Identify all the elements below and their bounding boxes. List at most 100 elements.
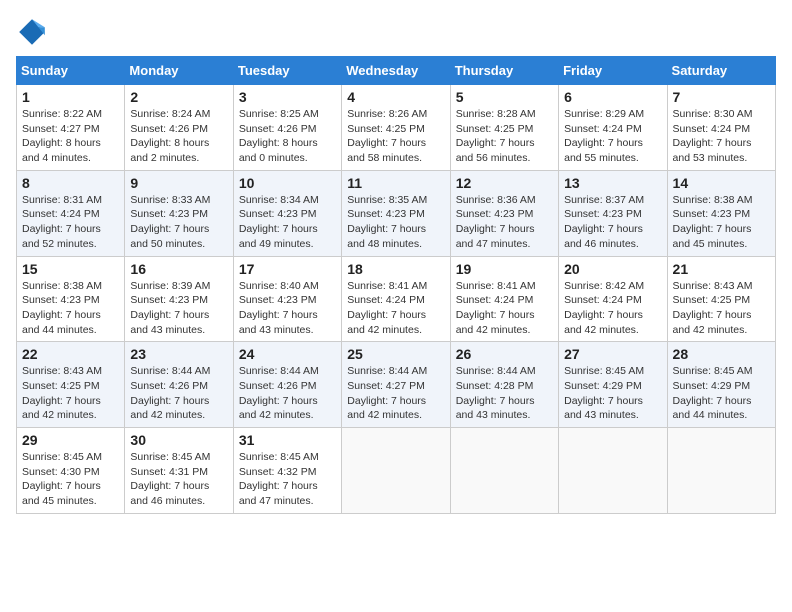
day-info: Sunrise: 8:28 AM Sunset: 4:25 PM Dayligh… (456, 107, 553, 166)
day-info: Sunrise: 8:22 AM Sunset: 4:27 PM Dayligh… (22, 107, 119, 166)
day-number: 30 (130, 432, 227, 448)
day-info: Sunrise: 8:42 AM Sunset: 4:24 PM Dayligh… (564, 279, 661, 338)
calendar-cell: 14 Sunrise: 8:38 AM Sunset: 4:23 PM Dayli… (667, 170, 775, 256)
calendar-week-row: 15Sunrise: 8:38 AM Sunset: 4:23 PM Dayli… (17, 256, 776, 342)
day-info: Sunrise: 8:44 AM Sunset: 4:27 PM Dayligh… (347, 364, 444, 423)
calendar-table: SundayMondayTuesdayWednesdayThursdayFrid… (16, 56, 776, 514)
day-number: 5 (456, 89, 553, 105)
day-info: Sunrise: 8:35 AM Sunset: 4:23 PM Dayligh… (347, 193, 444, 252)
calendar-cell: 31 Sunrise: 8:45 AM Sunset: 4:32 PM Dayli… (233, 428, 341, 514)
day-number: 29 (22, 432, 119, 448)
calendar-week-row: 1 Sunrise: 8:22 AM Sunset: 4:27 PM Daylig… (17, 85, 776, 171)
day-number: 31 (239, 432, 336, 448)
day-info: Sunrise: 8:44 AM Sunset: 4:26 PM Dayligh… (239, 364, 336, 423)
calendar-cell: 12Sunrise: 8:36 AM Sunset: 4:23 PM Dayli… (450, 170, 558, 256)
calendar-cell: 4 Sunrise: 8:26 AM Sunset: 4:25 PM Daylig… (342, 85, 450, 171)
day-number: 16 (130, 261, 227, 277)
day-info: Sunrise: 8:38 AM Sunset: 4:23 PM Dayligh… (673, 193, 770, 252)
calendar-cell: 13 Sunrise: 8:37 AM Sunset: 4:23 PM Dayli… (559, 170, 667, 256)
day-number: 22 (22, 346, 119, 362)
day-number: 24 (239, 346, 336, 362)
calendar-cell: 25 Sunrise: 8:44 AM Sunset: 4:27 PM Dayli… (342, 342, 450, 428)
calendar-cell: 24 Sunrise: 8:44 AM Sunset: 4:26 PM Dayli… (233, 342, 341, 428)
day-number: 10 (239, 175, 336, 191)
day-number: 26 (456, 346, 553, 362)
day-info: Sunrise: 8:29 AM Sunset: 4:24 PM Dayligh… (564, 107, 661, 166)
day-number: 11 (347, 175, 444, 191)
calendar-cell: 6 Sunrise: 8:29 AM Sunset: 4:24 PM Daylig… (559, 85, 667, 171)
calendar-cell: 29Sunrise: 8:45 AM Sunset: 4:30 PM Dayli… (17, 428, 125, 514)
weekday-header: Wednesday (342, 57, 450, 85)
calendar-week-row: 8 Sunrise: 8:31 AM Sunset: 4:24 PM Daylig… (17, 170, 776, 256)
calendar-cell: 18 Sunrise: 8:41 AM Sunset: 4:24 PM Dayli… (342, 256, 450, 342)
day-number: 14 (673, 175, 770, 191)
day-number: 1 (22, 89, 119, 105)
calendar-body: 1 Sunrise: 8:22 AM Sunset: 4:27 PM Daylig… (17, 85, 776, 514)
day-info: Sunrise: 8:45 AM Sunset: 4:29 PM Dayligh… (564, 364, 661, 423)
day-info: Sunrise: 8:45 AM Sunset: 4:29 PM Dayligh… (673, 364, 770, 423)
weekday-header: Saturday (667, 57, 775, 85)
day-info: Sunrise: 8:37 AM Sunset: 4:23 PM Dayligh… (564, 193, 661, 252)
day-number: 23 (130, 346, 227, 362)
day-info: Sunrise: 8:39 AM Sunset: 4:23 PM Dayligh… (130, 279, 227, 338)
weekday-header: Sunday (17, 57, 125, 85)
weekday-header: Thursday (450, 57, 558, 85)
day-number: 13 (564, 175, 661, 191)
logo (16, 16, 52, 48)
day-info: Sunrise: 8:45 AM Sunset: 4:32 PM Dayligh… (239, 450, 336, 509)
calendar-cell: 21Sunrise: 8:43 AM Sunset: 4:25 PM Dayli… (667, 256, 775, 342)
calendar-cell: 22 Sunrise: 8:43 AM Sunset: 4:25 PM Dayli… (17, 342, 125, 428)
day-number: 18 (347, 261, 444, 277)
day-number: 3 (239, 89, 336, 105)
calendar-cell: 20 Sunrise: 8:42 AM Sunset: 4:24 PM Dayli… (559, 256, 667, 342)
calendar-cell: 23 Sunrise: 8:44 AM Sunset: 4:26 PM Dayli… (125, 342, 233, 428)
calendar-cell: 2Sunrise: 8:24 AM Sunset: 4:26 PM Daylig… (125, 85, 233, 171)
day-info: Sunrise: 8:33 AM Sunset: 4:23 PM Dayligh… (130, 193, 227, 252)
day-number: 2 (130, 89, 227, 105)
calendar-cell: 10Sunrise: 8:34 AM Sunset: 4:23 PM Dayli… (233, 170, 341, 256)
calendar-cell (559, 428, 667, 514)
day-number: 28 (673, 346, 770, 362)
day-number: 9 (130, 175, 227, 191)
day-info: Sunrise: 8:45 AM Sunset: 4:31 PM Dayligh… (130, 450, 227, 509)
day-info: Sunrise: 8:26 AM Sunset: 4:25 PM Dayligh… (347, 107, 444, 166)
day-number: 19 (456, 261, 553, 277)
calendar-cell: 1 Sunrise: 8:22 AM Sunset: 4:27 PM Daylig… (17, 85, 125, 171)
calendar-cell: 15Sunrise: 8:38 AM Sunset: 4:23 PM Dayli… (17, 256, 125, 342)
day-number: 8 (22, 175, 119, 191)
calendar-cell: 5 Sunrise: 8:28 AM Sunset: 4:25 PM Daylig… (450, 85, 558, 171)
weekday-header-row: SundayMondayTuesdayWednesdayThursdayFrid… (17, 57, 776, 85)
calendar-cell: 27 Sunrise: 8:45 AM Sunset: 4:29 PM Dayli… (559, 342, 667, 428)
day-info: Sunrise: 8:44 AM Sunset: 4:28 PM Dayligh… (456, 364, 553, 423)
calendar-week-row: 29Sunrise: 8:45 AM Sunset: 4:30 PM Dayli… (17, 428, 776, 514)
calendar-cell: 19 Sunrise: 8:41 AM Sunset: 4:24 PM Dayli… (450, 256, 558, 342)
day-info: Sunrise: 8:41 AM Sunset: 4:24 PM Dayligh… (347, 279, 444, 338)
day-info: Sunrise: 8:25 AM Sunset: 4:26 PM Dayligh… (239, 107, 336, 166)
day-number: 6 (564, 89, 661, 105)
day-info: Sunrise: 8:31 AM Sunset: 4:24 PM Dayligh… (22, 193, 119, 252)
day-info: Sunrise: 8:30 AM Sunset: 4:24 PM Dayligh… (673, 107, 770, 166)
weekday-header: Tuesday (233, 57, 341, 85)
calendar-cell (667, 428, 775, 514)
calendar-cell: 9 Sunrise: 8:33 AM Sunset: 4:23 PM Daylig… (125, 170, 233, 256)
calendar-cell: 8 Sunrise: 8:31 AM Sunset: 4:24 PM Daylig… (17, 170, 125, 256)
day-number: 27 (564, 346, 661, 362)
weekday-header: Friday (559, 57, 667, 85)
weekday-header: Monday (125, 57, 233, 85)
calendar-cell: 30 Sunrise: 8:45 AM Sunset: 4:31 PM Dayli… (125, 428, 233, 514)
page-header (16, 16, 776, 48)
calendar-cell: 7 Sunrise: 8:30 AM Sunset: 4:24 PM Daylig… (667, 85, 775, 171)
calendar-cell: 16 Sunrise: 8:39 AM Sunset: 4:23 PM Dayli… (125, 256, 233, 342)
day-info: Sunrise: 8:36 AM Sunset: 4:23 PM Dayligh… (456, 193, 553, 252)
calendar-cell: 17Sunrise: 8:40 AM Sunset: 4:23 PM Dayli… (233, 256, 341, 342)
day-number: 20 (564, 261, 661, 277)
day-number: 7 (673, 89, 770, 105)
day-number: 17 (239, 261, 336, 277)
day-info: Sunrise: 8:41 AM Sunset: 4:24 PM Dayligh… (456, 279, 553, 338)
logo-icon (16, 16, 48, 48)
day-number: 4 (347, 89, 444, 105)
day-info: Sunrise: 8:43 AM Sunset: 4:25 PM Dayligh… (22, 364, 119, 423)
day-info: Sunrise: 8:44 AM Sunset: 4:26 PM Dayligh… (130, 364, 227, 423)
calendar-cell: 3 Sunrise: 8:25 AM Sunset: 4:26 PM Daylig… (233, 85, 341, 171)
day-number: 25 (347, 346, 444, 362)
